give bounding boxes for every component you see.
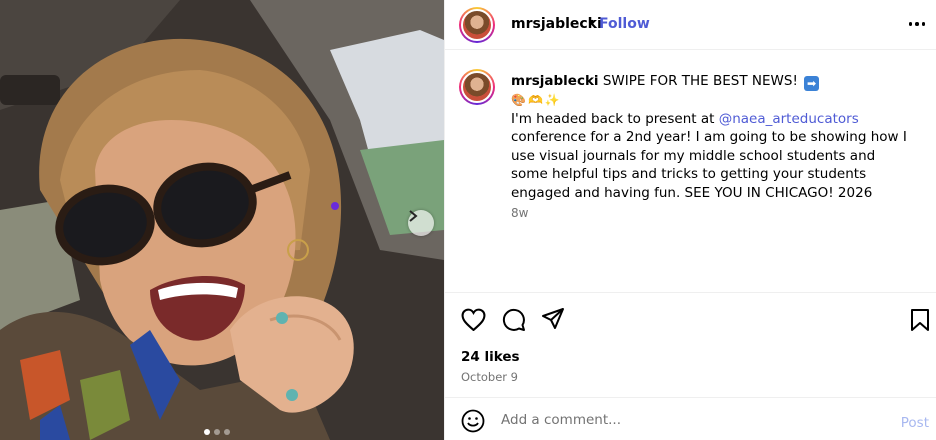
caption-emojis: 🎨🫶✨ (511, 93, 562, 107)
carousel-indicator (204, 429, 230, 435)
caption-headline: SWIPE FOR THE BEST NEWS! (602, 73, 798, 89)
avatar[interactable] (459, 7, 495, 43)
like-count[interactable]: 24 likes (461, 349, 520, 365)
comment-icon[interactable] (502, 308, 526, 336)
post-details-panel: mrsjablecki • Follow mrsjablecki SWIPE F… (444, 0, 936, 440)
bookmark-icon[interactable] (910, 308, 930, 336)
post-caption: mrsjablecki SWIPE FOR THE BEST NEWS! ➡ 🎨… (511, 72, 911, 202)
caption-avatar[interactable] (459, 69, 495, 105)
separator-dot: • (588, 15, 597, 31)
caption-text-part2: conference for a 2nd year! I am going to… (511, 129, 907, 201)
post-date: October 9 (461, 370, 518, 384)
mention-link[interactable]: @naea_arteducators (719, 111, 859, 127)
carousel-dot-active (204, 429, 210, 435)
post-comment-button[interactable]: Post (901, 415, 929, 431)
caption-username[interactable]: mrsjablecki (511, 73, 599, 89)
carousel-next-button[interactable] (408, 210, 434, 236)
comment-input[interactable] (501, 409, 881, 431)
caption-text-part1: I'm headed back to present at (511, 110, 719, 127)
heart-icon[interactable] (461, 308, 486, 335)
arrow-emoji-icon: ➡ (804, 76, 820, 91)
comment-bar: Post (445, 397, 936, 440)
follow-button[interactable]: Follow (599, 16, 650, 32)
actions-divider (445, 292, 936, 293)
carousel-dot (214, 429, 220, 435)
carousel-dot (224, 429, 230, 435)
chevron-right-icon (409, 210, 418, 222)
post-image[interactable] (0, 0, 444, 440)
paper-plane-icon[interactable] (541, 307, 565, 335)
smiley-icon[interactable] (461, 409, 485, 437)
more-options-icon[interactable] (907, 14, 927, 34)
post-time-ago[interactable]: 8w (511, 206, 528, 220)
post-header: mrsjablecki • Follow (445, 0, 936, 50)
selfie-photo (0, 0, 444, 440)
